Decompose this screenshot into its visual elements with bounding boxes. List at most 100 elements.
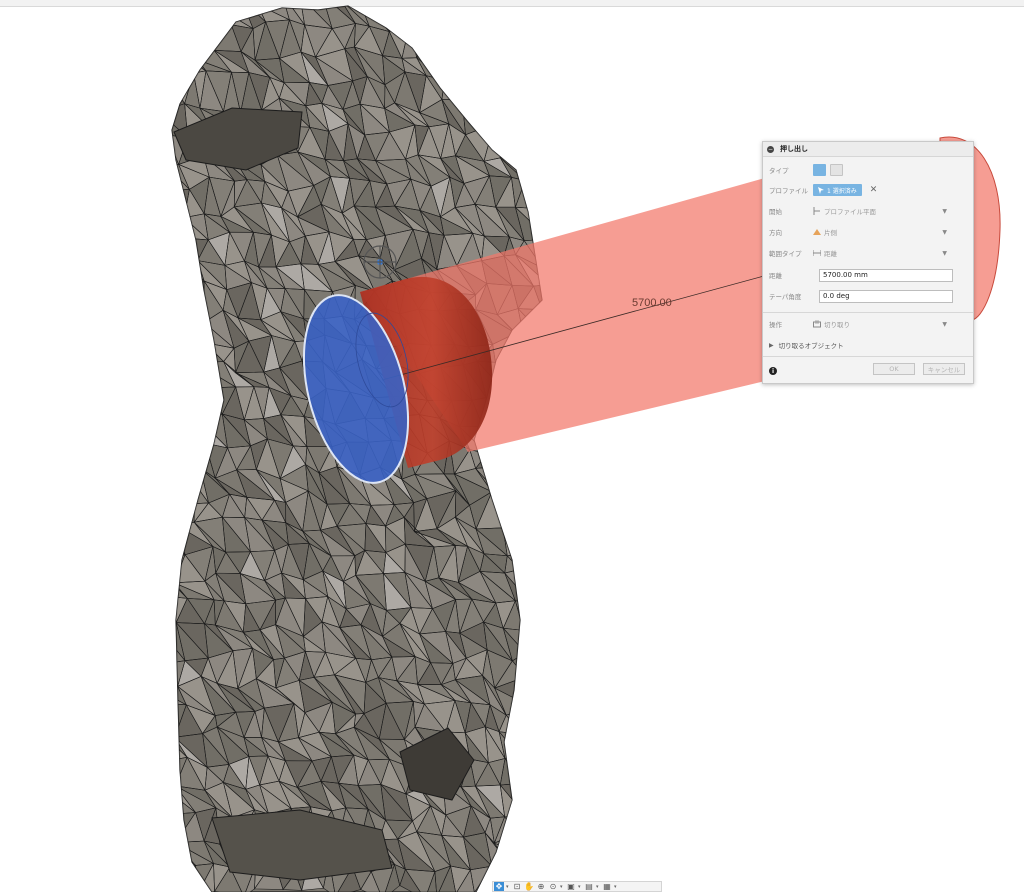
mesh-edge <box>501 465 534 501</box>
mesh-facet <box>532 604 542 626</box>
mesh-edge <box>177 311 206 344</box>
mesh-edge <box>172 50 195 76</box>
mesh-facet <box>427 20 453 46</box>
operation-dropdown[interactable]: 切り取り ▼ <box>813 319 967 329</box>
mesh-edge <box>172 266 188 297</box>
mesh-edge <box>172 441 186 477</box>
mesh-facet <box>177 296 204 323</box>
mesh-facet <box>539 761 542 794</box>
mesh-edge <box>534 151 542 190</box>
mesh-facet <box>436 20 455 46</box>
display-settings-icon[interactable]: ▣ <box>566 882 576 891</box>
mesh-facet <box>476 7 516 34</box>
3d-viewport[interactable]: 5700.00 <box>0 0 1024 892</box>
chevron-down-icon[interactable]: ▾ <box>596 884 600 890</box>
type-label: タイプ <box>769 167 789 175</box>
mesh-facet <box>441 80 463 100</box>
solid-type-button[interactable] <box>813 164 826 176</box>
mesh-facet <box>540 657 542 678</box>
mesh-edge <box>172 520 186 559</box>
ok-button[interactable]: OK <box>873 363 915 375</box>
pan-hand-icon[interactable]: ✋ <box>524 882 534 891</box>
distance-icon <box>812 249 822 257</box>
thin-type-button[interactable] <box>830 164 843 176</box>
mesh-edge <box>520 126 536 157</box>
mesh-edge <box>524 180 542 210</box>
mesh-facet <box>172 858 196 887</box>
mesh-facet <box>537 52 542 82</box>
mesh-edge <box>172 236 196 259</box>
mesh-edge <box>172 858 184 892</box>
extent-dropdown[interactable]: 距離 ▼ <box>812 248 967 258</box>
cut-icon <box>813 320 821 328</box>
mesh-edge <box>503 45 526 86</box>
mesh-facet <box>476 105 511 128</box>
mesh-edge <box>172 595 177 624</box>
taper-input[interactable]: 0.0 deg <box>819 289 953 303</box>
chevron-down-icon[interactable]: ▾ <box>614 884 618 890</box>
mesh-facet <box>181 373 207 400</box>
mesh-edge <box>521 731 542 763</box>
viewports-icon[interactable]: ▦ <box>602 882 612 891</box>
mesh-facet <box>533 500 542 521</box>
chevron-down-icon[interactable]: ▾ <box>560 884 564 890</box>
mesh-facet <box>519 28 538 53</box>
clear-selection-icon[interactable]: ✕ <box>870 185 878 195</box>
start-dropdown[interactable]: プロファイル平面 ▼ <box>813 206 967 216</box>
chevron-down-icon[interactable]: ▾ <box>506 884 510 890</box>
grid-settings-icon[interactable]: ▤ <box>584 882 594 891</box>
dialog-title: 押し出し <box>780 145 808 153</box>
profile-select-button[interactable]: 1 選択済み <box>813 184 862 196</box>
mesh-facet <box>552 79 575 108</box>
direction-row: 方向 片側 ▼ <box>769 224 967 240</box>
mesh-facet <box>545 626 575 658</box>
mesh-edge <box>504 815 526 834</box>
mesh-facet <box>520 783 542 820</box>
mesh-edge <box>172 519 186 555</box>
mesh-edge <box>540 656 542 678</box>
info-icon[interactable]: i <box>769 367 777 375</box>
dimension-value[interactable]: 5700.00 <box>632 297 672 309</box>
chevron-down-icon[interactable]: ▾ <box>578 884 582 890</box>
mesh-edge <box>172 504 177 526</box>
mesh-edge <box>552 604 569 632</box>
zoom-window-icon[interactable]: ⊕ <box>536 882 546 891</box>
mesh-facet <box>535 151 542 190</box>
mesh-facet <box>525 815 542 844</box>
cancel-button[interactable]: キャンセル <box>923 363 965 375</box>
mesh-facet <box>517 833 542 861</box>
mesh-facet <box>551 815 566 837</box>
mesh-facet <box>522 472 542 506</box>
mesh-edge <box>172 282 188 313</box>
zoom-icon[interactable]: ⊙ <box>548 882 558 891</box>
mesh-facet <box>545 478 566 506</box>
distance-input[interactable]: 5700.00 mm <box>819 268 953 282</box>
mesh-edge <box>181 341 196 375</box>
mesh-edge <box>172 305 189 343</box>
collapse-icon[interactable]: − <box>767 145 774 153</box>
mesh-edge <box>493 123 511 158</box>
mesh-facet <box>545 449 559 478</box>
chevron-down-icon: ▼ <box>942 249 947 257</box>
mesh-edge <box>517 499 542 532</box>
mesh-facet <box>487 453 510 467</box>
mesh-edge <box>503 499 534 532</box>
mesh-facet <box>494 31 516 47</box>
orbit-icon[interactable]: ✥ <box>494 882 504 891</box>
mesh-edge <box>533 843 542 865</box>
mesh-edge <box>172 283 179 313</box>
mesh-edge <box>522 471 542 507</box>
mesh-facet <box>518 520 542 545</box>
direction-dropdown[interactable]: 片側 ▼ <box>813 227 967 237</box>
mesh-edge <box>523 603 542 631</box>
mesh-facet <box>525 676 542 708</box>
objects-to-cut-row[interactable]: ▶ 切り取るオブジェクト <box>769 337 967 353</box>
mesh-edge <box>517 520 542 546</box>
look-at-icon[interactable]: ⊡ <box>512 882 522 891</box>
mesh-facet <box>172 6 187 33</box>
mesh-edge <box>175 6 210 23</box>
mesh-facet <box>172 596 177 624</box>
mesh-edge <box>199 6 233 26</box>
mesh-facet <box>523 604 542 631</box>
move-gizmo-icon[interactable] <box>363 245 397 279</box>
